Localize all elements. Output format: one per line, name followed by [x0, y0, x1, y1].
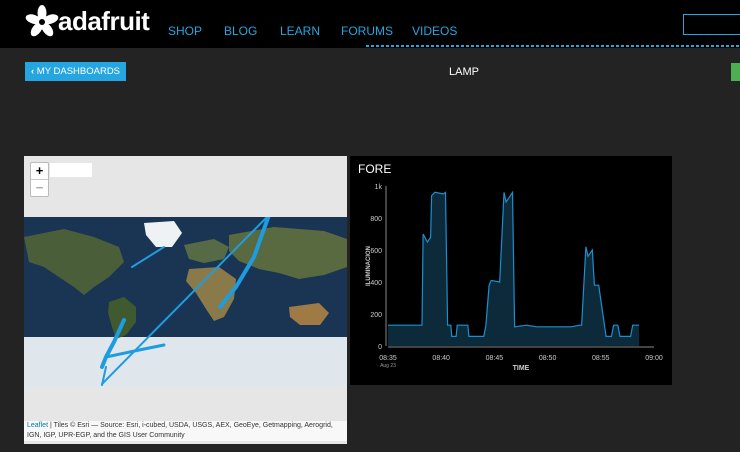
my-dashboards-button[interactable]: ‹ MY DASHBOARDS — [25, 62, 126, 81]
nav-shop[interactable]: SHOP — [168, 24, 202, 38]
x-tick-label: 08:40 — [432, 355, 450, 362]
y-tick-label: 600 — [370, 248, 382, 255]
chevron-left-icon: ‹ — [30, 66, 35, 77]
x-tick-label: 08:45 — [486, 355, 504, 362]
x-tick-label: 08:35 — [379, 355, 397, 362]
top-navigation-bar: adafruit SHOP BLOG LEARN FORUMS VIDEOS — [0, 0, 740, 48]
leaflet-link[interactable]: Leaflet — [27, 422, 48, 429]
line-chart: 0 200 400 600 800 1k 08:35 08:40 08:45 08:50 08:55… — [366, 184, 663, 372]
nav-blog[interactable]: BLOG — [224, 24, 257, 38]
y-tick-label: 400 — [370, 280, 382, 287]
zoom-out-button[interactable]: − — [31, 179, 48, 196]
y-tick-label: 1k — [375, 184, 383, 191]
page-title: LAMP — [449, 66, 479, 78]
zoom-in-button[interactable]: + — [31, 163, 48, 179]
flower-icon — [25, 5, 59, 37]
attribution-text: | Tiles © Esri — Source: Esri, i-cubed, … — [27, 422, 333, 439]
nav-forums[interactable]: FORUMS — [341, 24, 393, 38]
adafruit-logo[interactable]: adafruit — [24, 2, 150, 42]
nav-videos[interactable]: VIDEOS — [412, 24, 457, 38]
brand-name: adafruit — [58, 6, 150, 36]
nav-divider — [366, 45, 740, 47]
x-tick-label: 09:00 — [645, 355, 663, 362]
settings-button[interactable] — [731, 63, 740, 81]
y-axis-title: ILUMINACION — [366, 246, 372, 286]
y-tick-label: 0 — [378, 344, 382, 351]
map-attribution: Leaflet | Tiles © Esri — Source: Esri, i… — [24, 421, 347, 441]
chart-block: FORE 0 200 400 600 800 1k 08:35 08:40 08:45 08:50… — [350, 156, 672, 385]
x-axis-title: TIME — [513, 365, 530, 372]
x-date-label: Aug 23 — [380, 363, 396, 369]
zoom-control: + − — [30, 162, 49, 197]
y-tick-label: 200 — [370, 312, 382, 319]
map-blank-field — [50, 163, 92, 177]
x-tick-label: 08:50 — [539, 355, 557, 362]
y-tick-label: 800 — [370, 216, 382, 223]
map-block[interactable]: + − Leaflet | Tiles © Esri — Source: Esr… — [24, 156, 347, 444]
x-tick-label: 08:55 — [592, 355, 610, 362]
my-dashboards-label: MY DASHBOARDS — [36, 66, 121, 77]
search-input[interactable] — [683, 14, 740, 35]
nav-learn[interactable]: LEARN — [280, 24, 320, 38]
satellite-map[interactable] — [24, 217, 347, 387]
